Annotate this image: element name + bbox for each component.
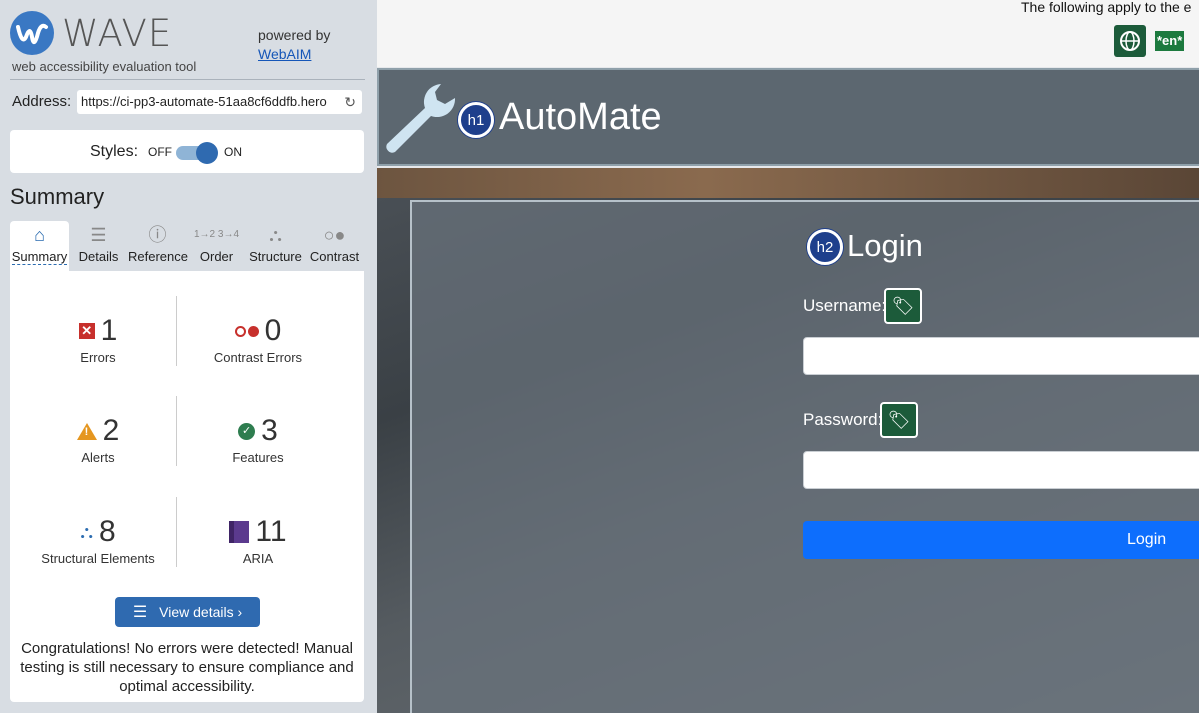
tab-label: Details bbox=[78, 249, 119, 264]
styles-toggle-card: Styles: OFF ON bbox=[10, 130, 364, 173]
contrast-errors-count: 0 bbox=[264, 314, 282, 347]
contrast-icon: ○● bbox=[323, 225, 346, 245]
errors-count: 1 bbox=[100, 314, 118, 347]
view-details-label: View details › bbox=[159, 604, 243, 620]
aria-label: ARIA bbox=[242, 551, 274, 566]
powered-by-text: powered by bbox=[258, 27, 331, 43]
address-label: Address: bbox=[12, 93, 72, 110]
error-icon: ✕ bbox=[78, 323, 95, 339]
errors-stat[interactable]: ✕ 1 Errors bbox=[15, 314, 181, 365]
styles-on-label: ON bbox=[224, 145, 242, 159]
errors-label: Errors bbox=[80, 350, 116, 365]
wave-tagline: web accessibility evaluation tool bbox=[12, 59, 197, 74]
language-badge[interactable]: *en* bbox=[1155, 31, 1185, 51]
tab-label: Reference bbox=[128, 249, 188, 264]
styles-label: Styles: bbox=[90, 143, 139, 160]
tab-label: Contrast bbox=[309, 249, 360, 264]
summary-heading: Summary bbox=[10, 184, 105, 209]
login-button[interactable]: Login bbox=[803, 521, 1199, 559]
wave-tabs: ⌂ Summary ☰ Details ⓘ Reference 1→2 3→4 … bbox=[10, 221, 364, 271]
alerts-count: 2 bbox=[102, 414, 120, 447]
tab-label: Order bbox=[199, 249, 234, 264]
alerts-stat[interactable]: ! 2 Alerts bbox=[15, 414, 181, 465]
hero-background bbox=[377, 168, 1199, 713]
features-stat[interactable]: ✓ 3 Features bbox=[175, 414, 341, 465]
app-title: AutoMate bbox=[499, 96, 662, 138]
list-icon: ☰ bbox=[90, 225, 107, 245]
tab-summary[interactable]: ⌂ Summary bbox=[10, 221, 69, 271]
tab-structure[interactable]: ⛬ Structure bbox=[246, 221, 305, 271]
contrast-error-icon bbox=[234, 325, 259, 337]
wave-logo-icon bbox=[10, 11, 54, 55]
summary-panel: ✕ 1 Errors 0 Contrast Errors ! 2 Alerts … bbox=[10, 271, 364, 702]
username-input[interactable] bbox=[803, 337, 1199, 375]
alert-icon: ! bbox=[76, 422, 97, 440]
topbar-notice: The following apply to the e bbox=[1021, 0, 1192, 15]
order-icon: 1→2 3→4 bbox=[193, 229, 240, 240]
reload-icon[interactable]: ↻ bbox=[344, 94, 356, 111]
h1-badge: h1 bbox=[458, 102, 494, 138]
login-heading: Login bbox=[847, 228, 923, 263]
tab-contrast[interactable]: ○● Contrast bbox=[305, 221, 364, 271]
structural-stat[interactable]: ⛬ 8 Structural Elements bbox=[15, 515, 181, 566]
contrast-errors-stat[interactable]: 0 Contrast Errors bbox=[175, 314, 341, 365]
feature-check-icon: ✓ bbox=[238, 422, 256, 440]
structural-count: 8 bbox=[98, 515, 116, 548]
wave-sidebar: WAVE web accessibility evaluation tool p… bbox=[0, 0, 377, 713]
congratulations-message: Congratulations! No errors were detected… bbox=[20, 640, 354, 695]
structure-icon: ⛬ bbox=[80, 521, 93, 542]
alerts-label: Alerts bbox=[81, 450, 115, 465]
password-label: Password: bbox=[803, 410, 883, 429]
tag-icon[interactable]: 🏷 bbox=[884, 288, 922, 324]
styles-off-label: OFF bbox=[148, 145, 172, 159]
page-preview: The following apply to the e *en* h1 Aut… bbox=[377, 0, 1199, 713]
list-icon: ☰ bbox=[132, 604, 148, 621]
structural-label: Structural Elements bbox=[41, 551, 155, 566]
tab-label: Summary bbox=[11, 249, 68, 265]
webaim-link[interactable]: WebAIM bbox=[258, 45, 330, 64]
username-label: Username: bbox=[803, 296, 887, 315]
powered-by: powered by WebAIM bbox=[258, 26, 330, 64]
view-details-button[interactable]: ☰ View details › bbox=[115, 597, 260, 627]
globe-icon[interactable] bbox=[1114, 25, 1146, 57]
features-count: 3 bbox=[261, 414, 278, 447]
preview-topbar: The following apply to the e *en* bbox=[377, 0, 1199, 67]
aria-count: 11 bbox=[255, 515, 287, 548]
wrench-icon bbox=[386, 84, 456, 153]
site-header: h1 AutoMate bbox=[377, 68, 1199, 166]
aria-stat[interactable]: 11 ARIA bbox=[175, 515, 341, 566]
password-input[interactable] bbox=[803, 451, 1199, 489]
address-field[interactable]: https://ci-pp3-automate-51aa8cf6ddfb.her… bbox=[77, 90, 362, 114]
aria-icon bbox=[229, 521, 250, 543]
tag-icon[interactable]: 🏷 bbox=[880, 402, 918, 438]
info-icon: ⓘ bbox=[148, 225, 167, 245]
features-label: Features bbox=[232, 450, 284, 465]
h2-badge: h2 bbox=[807, 229, 843, 265]
tab-reference[interactable]: ⓘ Reference bbox=[128, 221, 188, 271]
contrast-errors-label: Contrast Errors bbox=[213, 350, 303, 365]
home-icon: ⌂ bbox=[34, 225, 45, 245]
tab-details[interactable]: ☰ Details bbox=[69, 221, 128, 271]
structure-icon: ⛬ bbox=[269, 225, 282, 245]
tab-label: Structure bbox=[249, 249, 302, 264]
address-value: https://ci-pp3-automate-51aa8cf6ddfb.her… bbox=[81, 94, 327, 109]
styles-toggle[interactable] bbox=[176, 142, 218, 164]
divider bbox=[10, 79, 365, 80]
toggle-knob bbox=[196, 142, 218, 164]
wave-brand: WAVE bbox=[62, 12, 173, 55]
tab-order[interactable]: 1→2 3→4 Order bbox=[187, 221, 246, 271]
